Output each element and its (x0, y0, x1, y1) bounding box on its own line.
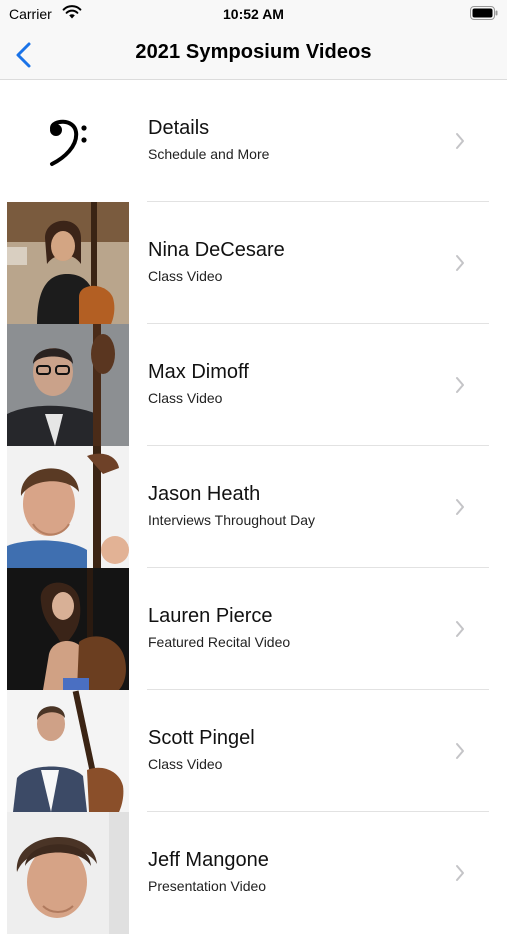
row-title: Lauren Pierce (148, 605, 273, 627)
row-title: Jeff Mangone (148, 849, 269, 871)
nina-decesare-photo (7, 202, 129, 324)
list-item-scott-pingel[interactable]: Scott Pingel Class Video (0, 690, 507, 812)
row-title: Nina DeCesare (148, 239, 285, 261)
row-subtitle: Class Video (148, 756, 223, 772)
row-title: Scott Pingel (148, 727, 255, 749)
list-item-details[interactable]: Details Schedule and More (0, 80, 507, 202)
clock-time: 10:52 AM (223, 6, 284, 22)
chevron-right-icon (456, 621, 464, 637)
list-item-jeff-mangone[interactable]: Jeff Mangone Presentation Video (0, 812, 507, 934)
video-list: Details Schedule and More Nina DeCesare … (0, 80, 507, 934)
row-title: Jason Heath (148, 483, 261, 505)
chevron-right-icon (456, 377, 464, 393)
row-title: Details (148, 117, 210, 139)
battery-icon (470, 6, 498, 20)
row-subtitle: Schedule and More (148, 146, 270, 162)
row-subtitle: Class Video (148, 268, 223, 284)
jeff-mangone-photo (7, 812, 129, 934)
chevron-right-icon (456, 743, 464, 759)
jason-heath-photo (7, 446, 129, 568)
status-bar: Carrier 10:52 AM (0, 0, 507, 30)
row-subtitle: Featured Recital Video (148, 634, 291, 650)
chevron-right-icon (456, 133, 464, 149)
chevron-right-icon (456, 255, 464, 271)
page-title: 2021 Symposium Videos (135, 41, 372, 63)
list-item-jason-heath[interactable]: Jason Heath Interviews Throughout Day (0, 446, 507, 568)
row-title: Max Dimoff (148, 361, 249, 383)
lauren-pierce-photo (7, 568, 129, 690)
chevron-right-icon (456, 865, 464, 881)
row-subtitle: Presentation Video (148, 878, 267, 894)
list-item-max-dimoff[interactable]: Max Dimoff Class Video (0, 324, 507, 446)
row-subtitle: Interviews Throughout Day (148, 512, 316, 528)
bass-clef-icon (50, 119, 87, 166)
list-item-lauren-pierce[interactable]: Lauren Pierce Featured Recital Video (0, 568, 507, 690)
list-item-nina-decesare[interactable]: Nina DeCesare Class Video (0, 202, 507, 324)
chevron-right-icon (456, 499, 464, 515)
max-dimoff-photo (7, 324, 129, 446)
row-subtitle: Class Video (148, 390, 223, 406)
navigation-bar: 2021 Symposium Videos (0, 30, 507, 80)
scott-pingel-photo (7, 690, 129, 812)
